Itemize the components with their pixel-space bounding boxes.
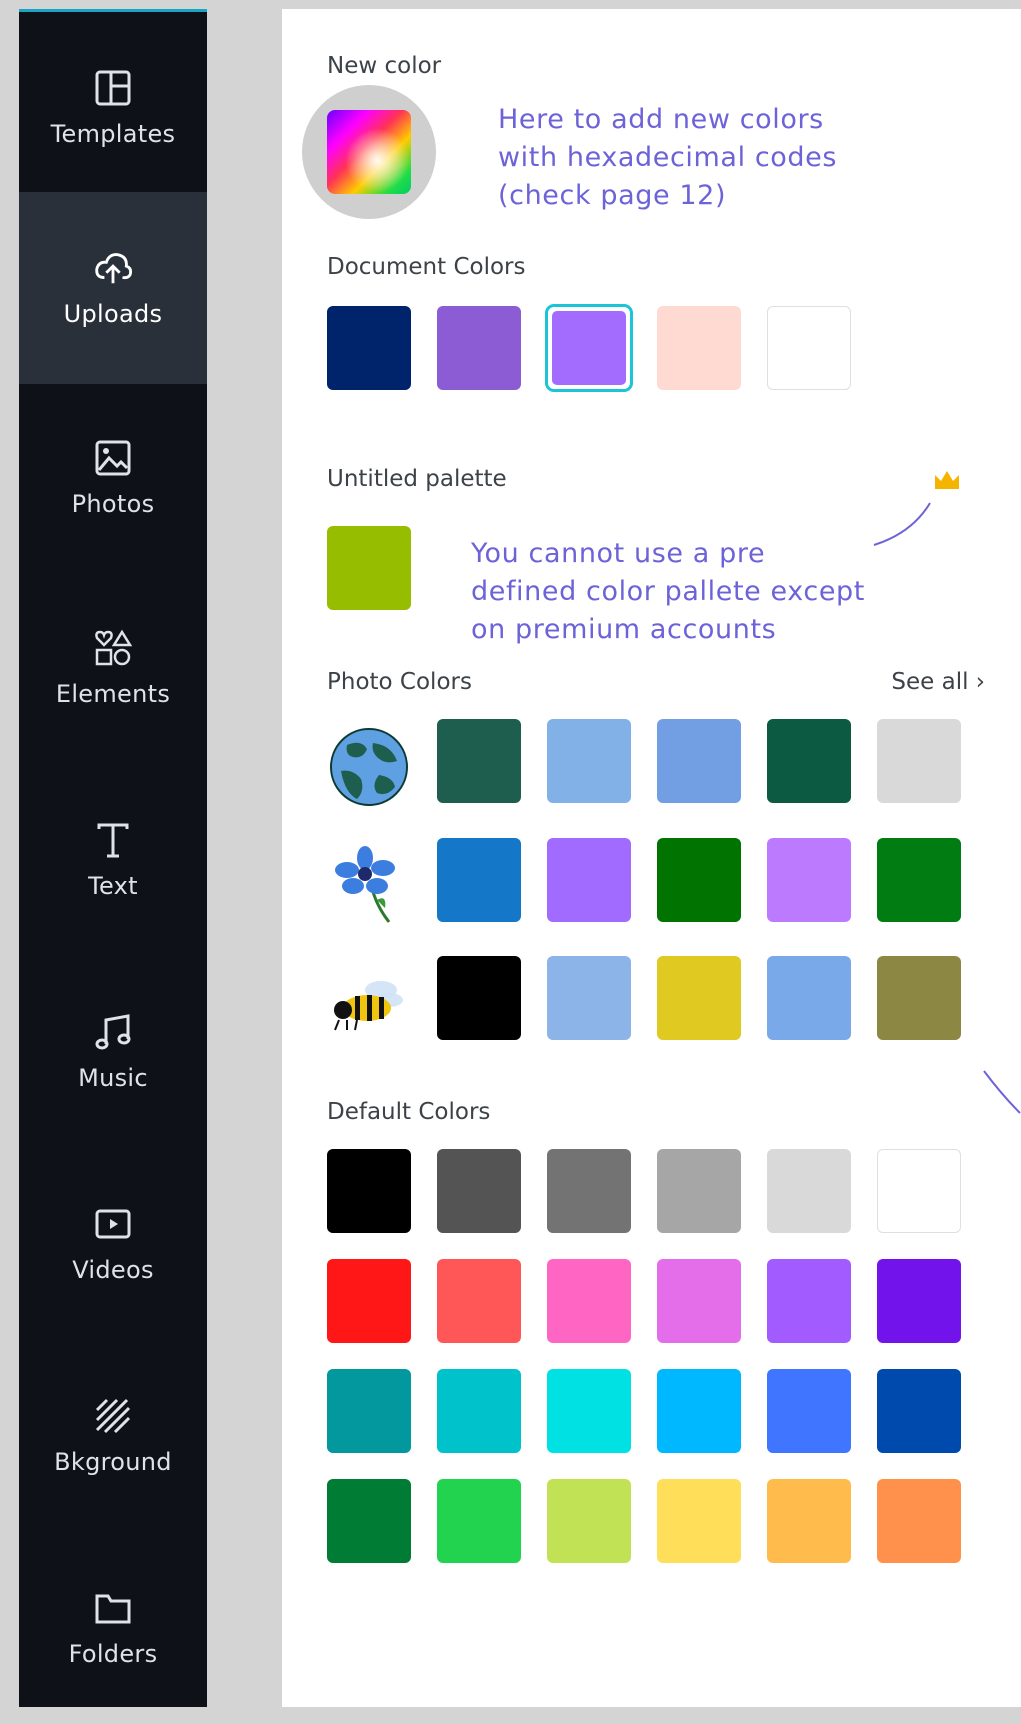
sidebar-item-folders[interactable]: Folders	[19, 1532, 207, 1724]
default-color-swatch[interactable]	[877, 1259, 961, 1343]
annotation-line: defined color pallete except	[471, 576, 865, 607]
palette-title: Untitled palette	[327, 466, 507, 492]
photo-color-swatch[interactable]	[877, 956, 961, 1040]
templates-icon	[93, 68, 133, 108]
sidebar-item-label: Uploads	[63, 300, 163, 328]
default-color-swatch[interactable]	[547, 1149, 631, 1233]
sidebar-item-text[interactable]: Text	[19, 764, 207, 956]
sidebar-item-label: Templates	[50, 120, 176, 148]
annotation-arrow	[873, 502, 931, 546]
sidebar-item-label: Bkground	[54, 1448, 172, 1476]
default-color-swatch[interactable]	[877, 1479, 961, 1563]
chevron-right-icon: ›	[975, 669, 985, 695]
default-color-swatch[interactable]	[327, 1479, 411, 1563]
see-all-label: See all	[891, 669, 969, 695]
sidebar-item-videos[interactable]: Videos	[19, 1148, 207, 1340]
flower-icon[interactable]	[327, 844, 411, 928]
default-color-swatch[interactable]	[547, 1479, 631, 1563]
document-color-swatch[interactable]	[767, 306, 851, 390]
color-panel: New color Here to add new colors with he…	[282, 9, 1021, 1707]
photo-color-swatch[interactable]	[547, 956, 631, 1040]
palette-color-swatch[interactable]	[327, 526, 411, 610]
crown-icon	[935, 471, 959, 489]
photo-color-swatch[interactable]	[657, 838, 741, 922]
default-color-swatch[interactable]	[437, 1369, 521, 1453]
bee-icon[interactable]	[327, 962, 411, 1046]
default-color-swatch[interactable]	[327, 1369, 411, 1453]
color-fill	[552, 311, 626, 385]
sidebar-item-label: Folders	[68, 1640, 158, 1668]
annotation-line: (check page 12)	[498, 180, 727, 211]
document-colors-title: Document Colors	[327, 254, 526, 280]
default-color-swatch[interactable]	[547, 1369, 631, 1453]
sidebar-item-templates[interactable]: Templates	[19, 12, 207, 204]
new-color-title: New color	[327, 53, 442, 79]
cloud-upload-icon	[93, 248, 133, 288]
palette-annotation: You cannot use a pre defined color palle…	[471, 535, 865, 649]
default-color-swatch[interactable]	[657, 1479, 741, 1563]
photo-color-swatch[interactable]	[547, 719, 631, 803]
photo-color-swatch[interactable]	[657, 719, 741, 803]
document-color-swatch-selected[interactable]	[545, 304, 633, 392]
photo-colors-title: Photo Colors	[327, 669, 472, 695]
sidebar-item-music[interactable]: Music	[19, 956, 207, 1148]
photo-icon	[93, 438, 133, 478]
default-color-swatch[interactable]	[767, 1369, 851, 1453]
default-color-swatch[interactable]	[327, 1149, 411, 1233]
photo-color-swatch[interactable]	[767, 838, 851, 922]
sidebar-item-label: Music	[78, 1064, 148, 1092]
default-color-swatch[interactable]	[657, 1369, 741, 1453]
default-color-swatch[interactable]	[767, 1479, 851, 1563]
annotation-line: Here to add new colors	[498, 104, 824, 135]
annotation-line: with hexadecimal codes	[498, 142, 838, 173]
sidebar-item-label: Videos	[72, 1256, 154, 1284]
sidebar-item-photos[interactable]: Photos	[19, 382, 207, 574]
annotation-line: on premium accounts	[471, 614, 777, 645]
photo-color-swatch[interactable]	[767, 956, 851, 1040]
earth-icon[interactable]	[327, 725, 411, 809]
see-all-link[interactable]: See all ›	[891, 669, 985, 695]
sidebar-item-label: Elements	[55, 680, 171, 708]
default-color-swatch[interactable]	[767, 1149, 851, 1233]
document-color-swatch[interactable]	[657, 306, 741, 390]
new-color-button[interactable]	[302, 85, 436, 219]
sidebar-item-label: Photos	[71, 490, 155, 518]
annotation-arrow	[983, 1070, 1021, 1114]
new-color-annotation: Here to add new colors with hexadecimal …	[498, 101, 837, 215]
default-color-swatch[interactable]	[437, 1149, 521, 1233]
annotation-line: You cannot use a pre	[471, 538, 766, 569]
sidebar-item-uploads[interactable]: Uploads	[19, 192, 207, 384]
shapes-icon	[93, 628, 133, 668]
photo-color-swatch[interactable]	[437, 719, 521, 803]
rainbow-gradient-icon	[327, 110, 411, 194]
sidebar-item-label: Text	[88, 872, 138, 900]
photo-color-swatch[interactable]	[547, 838, 631, 922]
document-color-swatch[interactable]	[327, 306, 411, 390]
default-color-swatch[interactable]	[767, 1259, 851, 1343]
default-color-swatch[interactable]	[437, 1479, 521, 1563]
photo-color-swatch[interactable]	[767, 719, 851, 803]
text-icon	[93, 820, 133, 860]
default-color-swatch[interactable]	[437, 1259, 521, 1343]
sidebar-item-elements[interactable]: Elements	[19, 572, 207, 764]
default-color-swatch[interactable]	[657, 1259, 741, 1343]
photo-color-swatch[interactable]	[437, 956, 521, 1040]
default-color-swatch[interactable]	[547, 1259, 631, 1343]
default-colors-title: Default Colors	[327, 1099, 491, 1125]
sidebar-item-bkground[interactable]: Bkground	[19, 1340, 207, 1532]
photo-color-swatch[interactable]	[877, 838, 961, 922]
default-color-swatch[interactable]	[657, 1149, 741, 1233]
default-color-swatch[interactable]	[327, 1259, 411, 1343]
document-color-swatch[interactable]	[437, 306, 521, 390]
default-color-swatch[interactable]	[877, 1149, 961, 1233]
music-icon	[93, 1012, 133, 1052]
background-icon	[93, 1396, 133, 1436]
photo-color-swatch[interactable]	[877, 719, 961, 803]
sidebar: Templates Uploads Photos Elements Text Music V…	[19, 9, 207, 1707]
photo-color-swatch[interactable]	[437, 838, 521, 922]
video-icon	[93, 1204, 133, 1244]
photo-color-swatch[interactable]	[657, 956, 741, 1040]
folder-icon	[93, 1588, 133, 1628]
default-color-swatch[interactable]	[877, 1369, 961, 1453]
